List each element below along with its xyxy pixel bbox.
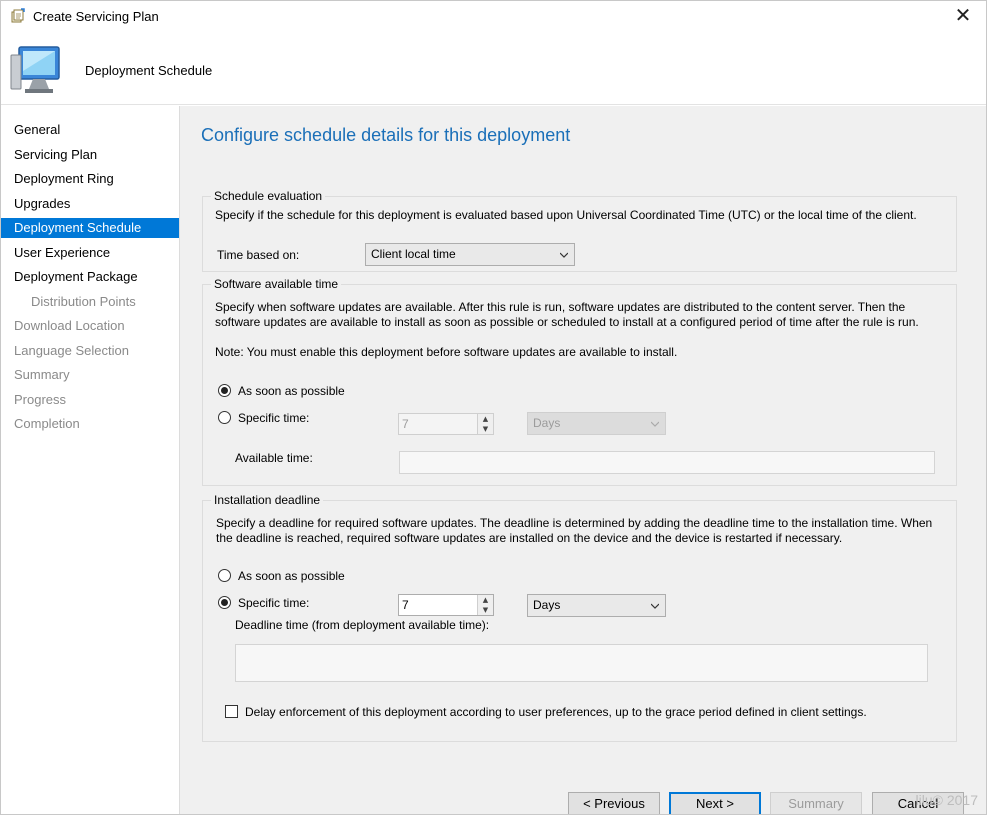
available-specific-label: Specific time: (238, 411, 310, 425)
wizard-sidebar: General Servicing Plan Deployment Ring U… (1, 106, 179, 814)
sidebar-item-summary: Summary (14, 367, 70, 382)
deadline-time-stepper[interactable]: 7 ▲ ▼ (398, 594, 494, 616)
available-unit-select[interactable]: Days (527, 412, 666, 435)
chevron-down-icon (651, 603, 659, 609)
wizard-content: Configure schedule details for this depl… (179, 106, 986, 814)
available-time-stepper[interactable]: 7 ▲ ▼ (398, 413, 494, 435)
available-time-label: Available time: (235, 451, 313, 465)
deadline-asap-label: As soon as possible (238, 569, 345, 583)
sidebar-item-general[interactable]: General (1, 120, 179, 140)
sidebar-item-language-selection: Language Selection (14, 343, 129, 358)
software-available-legend: Software available time (211, 277, 342, 291)
delay-enforcement-label: Delay enforcement of this deployment acc… (245, 705, 867, 719)
content-heading: Configure schedule details for this depl… (201, 125, 571, 145)
window-title: Create Servicing Plan (33, 9, 159, 24)
deadline-specific-radio[interactable] (218, 596, 231, 609)
stepper-buttons[interactable]: ▲ ▼ (477, 595, 493, 615)
available-asap-label: As soon as possible (238, 384, 345, 398)
close-icon[interactable]: ✕ (952, 5, 974, 27)
time-based-select[interactable]: Client local time (365, 243, 575, 266)
sidebar-item-progress: Progress (14, 392, 67, 407)
watermark-text: lilu© 2017 (915, 792, 978, 808)
sidebar-item-distribution-points: Distribution Points (31, 294, 136, 309)
deadline-time-label: Deadline time (from deployment available… (235, 618, 490, 632)
schedule-evaluation-description: Specify if the schedule for this deploym… (215, 208, 917, 222)
create-servicing-plan-window: Create Servicing Plan ✕ Deployment Sched… (0, 0, 987, 815)
sidebar-item-user-experience[interactable]: User Experience (1, 243, 179, 263)
sidebar-item-deployment-ring[interactable]: Deployment Ring (1, 169, 179, 189)
page-title: Deployment Schedule (85, 63, 213, 78)
sidebar-item-upgrades[interactable]: Upgrades (1, 194, 179, 214)
deadline-specific-label: Specific time: (238, 596, 310, 610)
available-time-field (399, 451, 935, 474)
spin-up-icon[interactable]: ▲ (478, 595, 493, 605)
sidebar-item-completion: Completion (14, 416, 80, 431)
time-based-value: Client local time (371, 247, 456, 261)
available-asap-radio[interactable] (218, 384, 231, 397)
previous-button[interactable]: < Previous (568, 792, 660, 814)
deadline-unit-value: Days (533, 598, 561, 612)
delay-enforcement-checkbox[interactable] (225, 705, 238, 718)
spin-up-icon[interactable]: ▲ (478, 414, 493, 424)
wizard-header: Deployment Schedule (1, 33, 986, 105)
deadline-asap-radio[interactable] (218, 569, 231, 582)
deadline-unit-select[interactable]: Days (527, 594, 666, 617)
available-stepper-value: 7 (402, 417, 409, 431)
wizard-app-icon (11, 8, 25, 23)
next-button[interactable]: Next > (669, 792, 761, 814)
summary-button: Summary (770, 792, 862, 814)
installation-deadline-legend: Installation deadline (211, 493, 324, 507)
available-unit-value: Days (533, 416, 561, 430)
schedule-evaluation-legend: Schedule evaluation (211, 189, 326, 203)
stepper-buttons[interactable]: ▲ ▼ (477, 414, 493, 434)
installation-deadline-group: Installation deadline Specify a deadline… (202, 493, 957, 742)
installation-deadline-description-1: Specify a deadline for required software… (216, 516, 933, 530)
spin-down-icon[interactable]: ▼ (478, 424, 493, 434)
computer-monitor-icon (10, 46, 60, 93)
spin-down-icon[interactable]: ▼ (478, 605, 493, 615)
chevron-down-icon (560, 252, 568, 258)
sidebar-item-download-location: Download Location (14, 318, 125, 333)
software-available-group: Software available time Specify when sof… (202, 277, 957, 486)
software-available-note: Note: You must enable this deployment be… (215, 345, 678, 359)
available-specific-radio[interactable] (218, 411, 231, 424)
sidebar-item-deployment-package[interactable]: Deployment Package (1, 267, 179, 287)
deadline-time-field (235, 644, 928, 682)
software-available-description-1: Specify when software updates are availa… (215, 300, 906, 314)
time-based-label: Time based on: (217, 248, 300, 262)
deadline-stepper-value: 7 (402, 598, 409, 612)
chevron-down-icon (651, 421, 659, 427)
sidebar-item-deployment-schedule[interactable]: Deployment Schedule (1, 218, 179, 238)
schedule-evaluation-group: Schedule evaluation Specify if the sched… (202, 189, 957, 272)
installation-deadline-description-2: the deadline is reached, required softwa… (216, 531, 843, 545)
title-bar: Create Servicing Plan ✕ (1, 1, 986, 33)
software-available-description-2: software updates are available to instal… (215, 315, 919, 329)
sidebar-item-servicing-plan[interactable]: Servicing Plan (1, 145, 179, 165)
